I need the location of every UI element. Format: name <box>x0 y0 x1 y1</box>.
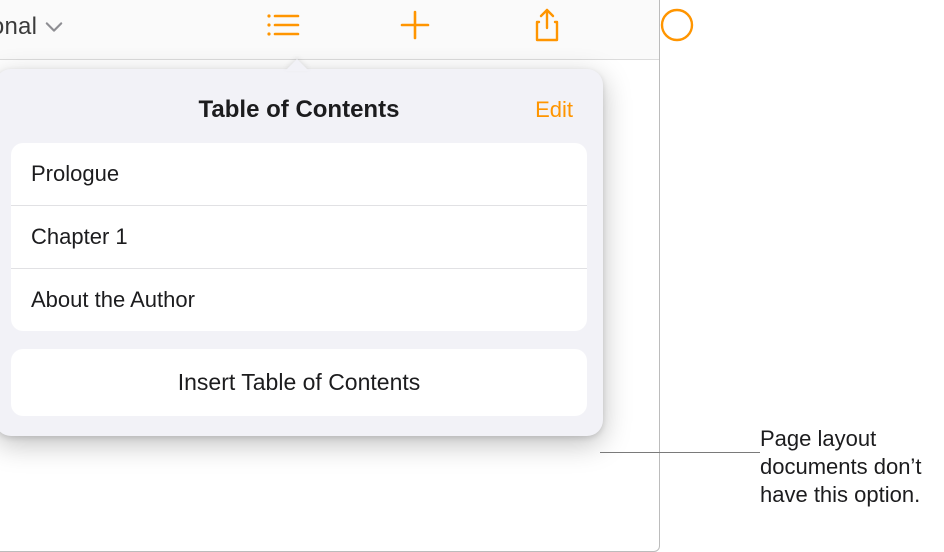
popover-title: Table of Contents <box>199 96 400 124</box>
callout-text: Page layout documents don’t have this op… <box>760 425 940 509</box>
list-icon <box>266 12 300 43</box>
callout-leader-line <box>600 452 760 453</box>
toc-item[interactable]: About the Author <box>11 269 587 331</box>
toc-item[interactable]: Prologue <box>11 143 587 206</box>
add-button[interactable] <box>395 9 435 45</box>
document-title-fragment: ssional <box>0 13 37 41</box>
toolbar: ssional <box>0 0 659 60</box>
document-title-dropdown[interactable]: ssional <box>0 13 63 41</box>
edit-button[interactable]: Edit <box>535 97 573 123</box>
toc-list: Prologue Chapter 1 About the Author <box>11 143 587 331</box>
chevron-down-icon <box>45 20 63 34</box>
collaborate-button[interactable] <box>657 9 697 45</box>
plus-icon <box>400 10 430 45</box>
popover-header: Table of Contents Edit <box>11 89 587 131</box>
collab-icon <box>660 8 694 47</box>
toolbar-icons <box>263 9 697 45</box>
toc-popover: Table of Contents Edit Prologue Chapter … <box>0 69 603 436</box>
app-window: ssional <box>0 0 660 552</box>
toc-button[interactable] <box>263 9 303 45</box>
share-icon <box>533 8 561 47</box>
insert-toc-card: Insert Table of Contents <box>11 349 587 416</box>
share-button[interactable] <box>527 9 567 45</box>
toc-item[interactable]: Chapter 1 <box>11 206 587 269</box>
insert-toc-button[interactable]: Insert Table of Contents <box>11 349 587 416</box>
